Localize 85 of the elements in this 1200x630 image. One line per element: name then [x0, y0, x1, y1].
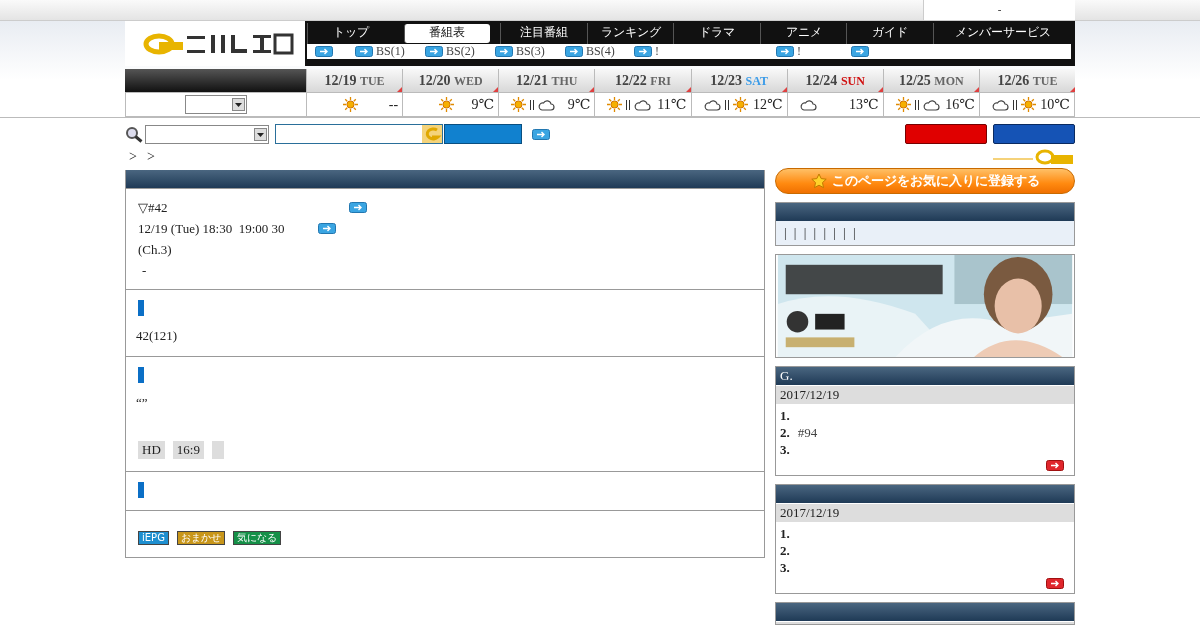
temperature: 9℃	[471, 96, 495, 113]
section-marker	[138, 300, 144, 316]
cloud-icon	[922, 98, 940, 111]
date-tab[interactable]: 12/25 MON	[882, 69, 979, 92]
program-title: ▽#42	[138, 199, 168, 216]
sub-link[interactable]: !	[797, 44, 801, 59]
arrow-button[interactable]	[634, 46, 652, 57]
date-tab[interactable]: 12/23 SAT	[690, 69, 787, 92]
sub-link[interactable]: BS(3)	[516, 44, 545, 59]
section-marker	[138, 367, 144, 383]
rank-number: 1.	[780, 407, 790, 424]
sub-link[interactable]: BS(4)	[586, 44, 615, 59]
arrow-button[interactable]	[495, 46, 513, 57]
info-text: | | | | | | | |	[784, 225, 858, 240]
arrow-button[interactable]	[425, 46, 443, 57]
section-text: 42(121)	[136, 328, 178, 343]
sun-icon	[343, 97, 358, 112]
rank-number: 3.	[780, 559, 790, 576]
arrow-button[interactable]	[317, 223, 336, 234]
temperature: 11℃	[657, 96, 687, 113]
sun-icon	[511, 97, 527, 112]
cloud-icon	[799, 98, 817, 111]
g-logo-icon	[422, 125, 442, 143]
arrow-button[interactable]	[355, 46, 373, 57]
format-tag: HD	[138, 441, 165, 459]
top-link[interactable]: -	[923, 0, 1075, 20]
temperature: 12℃	[752, 96, 783, 113]
action-button[interactable]: 気になる	[232, 531, 281, 545]
arrow-button[interactable]	[315, 46, 333, 57]
breadcrumb-separator: >	[129, 149, 137, 165]
arrow-button[interactable]	[1046, 578, 1064, 589]
sub-link[interactable]: BS(2)	[446, 44, 475, 59]
sun-icon	[607, 97, 623, 112]
date-tab[interactable]: 12/24 SUN	[786, 69, 883, 92]
caret-icon	[254, 127, 267, 141]
sub-link[interactable]: !	[655, 44, 659, 59]
temperature: --	[388, 96, 399, 113]
panel-title: G.	[780, 368, 793, 383]
program-note: -	[142, 262, 147, 279]
section-marker	[138, 482, 144, 498]
temperature: 10℃	[1040, 96, 1070, 113]
rank-number: 1.	[780, 525, 790, 542]
date-tab[interactable]: 12/22 FRI	[594, 69, 691, 92]
rank-number: 3.	[780, 441, 790, 458]
star-icon	[810, 173, 827, 189]
ranking-date: 2017/12/19	[780, 505, 840, 520]
temperature: 16℃	[945, 96, 975, 113]
cloud-icon	[538, 98, 556, 111]
format-tag: 16:9	[172, 441, 204, 459]
program-channel: (Ch.3)	[138, 241, 172, 258]
sun-icon	[1020, 97, 1036, 112]
temperature: 13℃	[849, 96, 879, 113]
cloud-icon	[703, 98, 721, 111]
syndicated-logo-icon	[991, 149, 1075, 165]
select-field[interactable]	[145, 124, 269, 144]
arrow-button[interactable]	[532, 128, 550, 140]
arrow-button[interactable]	[851, 46, 869, 57]
cloud-icon	[991, 98, 1009, 111]
nav-tab[interactable]: 番組表	[403, 24, 491, 43]
search-icon	[125, 125, 143, 143]
program-airtime: 12/19 (Tue) 18:30 19:00 30	[138, 220, 285, 237]
rank-number: 2.	[780, 424, 790, 441]
temperature: 9℃	[567, 96, 591, 113]
breadcrumb-separator: >	[146, 149, 155, 165]
blank-tag	[211, 441, 224, 459]
date-tab[interactable]: 12/21 THU	[498, 69, 595, 92]
rank-number: 2.	[780, 542, 790, 559]
select-field[interactable]	[185, 95, 247, 114]
arrow-button[interactable]	[348, 202, 367, 213]
ranking-title[interactable]: #94	[797, 424, 818, 441]
sun-icon	[895, 97, 911, 112]
cloud-icon	[634, 98, 652, 111]
date-tab[interactable]: 12/26 TUE	[978, 69, 1075, 92]
sub-link[interactable]: BS(1)	[376, 44, 405, 59]
date-tab[interactable]: 12/19 TUE	[306, 69, 403, 92]
arrow-button[interactable]	[1046, 460, 1064, 471]
section-text: “”	[136, 395, 148, 410]
arrow-button[interactable]	[776, 46, 794, 57]
ranking-date: 2017/12/19	[780, 387, 840, 402]
caret-icon	[232, 98, 245, 111]
action-button[interactable]: iEPG	[138, 531, 169, 545]
sun-icon	[439, 97, 455, 112]
sun-icon	[732, 97, 748, 112]
date-tab[interactable]: 12/20 WED	[402, 69, 499, 92]
arrow-button[interactable]	[565, 46, 583, 57]
